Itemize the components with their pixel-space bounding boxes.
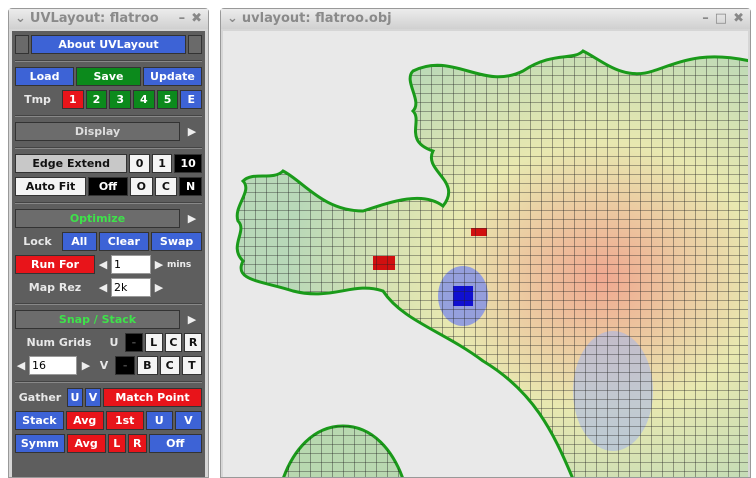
- u-align-right[interactable]: R: [184, 333, 202, 352]
- u-label: U: [109, 336, 119, 349]
- gather-u-button[interactable]: U: [67, 388, 83, 407]
- tmp-slot-2[interactable]: 2: [85, 90, 108, 109]
- auto-fit-label: Auto Fit: [15, 177, 86, 196]
- auto-fit-c[interactable]: C: [154, 177, 178, 196]
- symm-button[interactable]: Symm: [15, 434, 65, 453]
- minimize-icon[interactable]: –: [179, 9, 186, 29]
- about-button[interactable]: About UVLayout: [31, 35, 186, 54]
- u-align-none[interactable]: -: [125, 333, 143, 352]
- mins-label: mins: [167, 259, 192, 270]
- edge-extend-0[interactable]: 0: [129, 154, 150, 173]
- uvlayout-control-window: ⌄ UVLayout: flatroo – ✖ About UVLayout Load…: [8, 8, 209, 478]
- minimize-icon[interactable]: –: [702, 9, 709, 29]
- tmp-slot-1[interactable]: 1: [62, 90, 84, 109]
- symm-r-button[interactable]: R: [128, 434, 147, 453]
- num-grids-input[interactable]: 16: [29, 356, 77, 375]
- display-section-button[interactable]: Display: [15, 122, 180, 141]
- snap-stack-section-button[interactable]: Snap / Stack: [15, 310, 180, 329]
- v-align-none[interactable]: -: [115, 356, 136, 375]
- lock-swap-button[interactable]: Swap: [151, 232, 202, 251]
- save-button[interactable]: Save: [76, 67, 141, 86]
- uv-canvas[interactable]: [223, 31, 748, 477]
- lock-label: Lock: [23, 235, 52, 248]
- stack-button[interactable]: Stack: [15, 411, 64, 430]
- decrement-arrow-icon[interactable]: ◀: [97, 255, 109, 274]
- auto-fit-n[interactable]: N: [179, 177, 202, 196]
- menu-chevron-icon[interactable]: ⌄: [227, 9, 238, 29]
- tmp-slot-4[interactable]: 4: [133, 90, 155, 109]
- symm-l-button[interactable]: L: [107, 434, 127, 453]
- v-label: V: [99, 359, 109, 372]
- expand-arrow-icon[interactable]: ▶: [182, 310, 202, 329]
- tmp-slot-5[interactable]: 5: [156, 90, 179, 109]
- tmp-slot-3[interactable]: 3: [109, 90, 132, 109]
- run-for-button[interactable]: Run For: [15, 255, 95, 274]
- map-rez-input[interactable]: 2k: [111, 278, 151, 297]
- edge-extend-10[interactable]: 10: [174, 154, 202, 173]
- load-button[interactable]: Load: [15, 67, 75, 86]
- decrement-arrow-icon[interactable]: ◀: [15, 356, 27, 375]
- run-for-input[interactable]: 1: [111, 255, 151, 274]
- v-align-bottom[interactable]: B: [137, 356, 158, 375]
- close-icon[interactable]: ✖: [733, 9, 744, 29]
- map-rez-label: Map Rez: [28, 281, 82, 294]
- num-grids-label: Num Grids: [26, 336, 92, 349]
- symm-avg-button[interactable]: Avg: [66, 434, 106, 453]
- tmp-label: Tmp: [24, 93, 51, 106]
- window-title: uvlayout: flatroo.obj: [241, 11, 392, 26]
- tmp-edit-button[interactable]: E: [180, 90, 203, 109]
- v-align-center[interactable]: C: [159, 356, 180, 375]
- close-icon[interactable]: ✖: [191, 9, 202, 29]
- auto-fit-off[interactable]: Off: [87, 177, 128, 196]
- title-bar[interactable]: ⌄ UVLayout: flatroo – ✖: [9, 9, 208, 29]
- right-grip[interactable]: [188, 35, 202, 54]
- update-button[interactable]: Update: [142, 67, 202, 86]
- expand-arrow-icon[interactable]: ▶: [182, 209, 202, 228]
- u-align-left[interactable]: L: [144, 333, 163, 352]
- menu-chevron-icon[interactable]: ⌄: [15, 9, 26, 29]
- stack-1st-button[interactable]: 1st: [105, 411, 144, 430]
- expand-arrow-icon[interactable]: ▶: [182, 122, 202, 141]
- stack-v-button[interactable]: V: [174, 411, 202, 430]
- decrement-arrow-icon[interactable]: ◀: [97, 278, 109, 297]
- auto-fit-o[interactable]: O: [129, 177, 153, 196]
- optimize-section-button[interactable]: Optimize: [15, 209, 180, 228]
- stack-avg-button[interactable]: Avg: [65, 411, 104, 430]
- title-bar[interactable]: ⌄ uvlayout: flatroo.obj – □ ✖: [221, 9, 750, 29]
- u-align-center[interactable]: C: [164, 333, 183, 352]
- increment-arrow-icon[interactable]: ▶: [153, 255, 165, 274]
- match-point-button[interactable]: Match Point: [103, 388, 202, 407]
- symm-off-button[interactable]: Off: [148, 434, 202, 453]
- left-grip[interactable]: [15, 35, 29, 54]
- lock-all-button[interactable]: All: [62, 232, 97, 251]
- lock-clear-button[interactable]: Clear: [98, 232, 150, 251]
- uv-mesh: [235, 49, 748, 477]
- edge-extend-label[interactable]: Edge Extend: [15, 154, 128, 173]
- stack-u-button[interactable]: U: [145, 411, 173, 430]
- gather-label: Gather: [18, 391, 62, 404]
- increment-arrow-icon[interactable]: ▶: [153, 278, 165, 297]
- gather-v-button[interactable]: V: [85, 388, 101, 407]
- uv-viewport-window: ⌄ uvlayout: flatroo.obj – □ ✖: [220, 8, 751, 478]
- v-align-top[interactable]: T: [181, 356, 202, 375]
- edge-extend-1[interactable]: 1: [151, 154, 173, 173]
- maximize-icon[interactable]: □: [715, 9, 727, 29]
- window-title: UVLayout: flatroo: [29, 11, 159, 26]
- increment-arrow-icon[interactable]: ▶: [79, 356, 93, 375]
